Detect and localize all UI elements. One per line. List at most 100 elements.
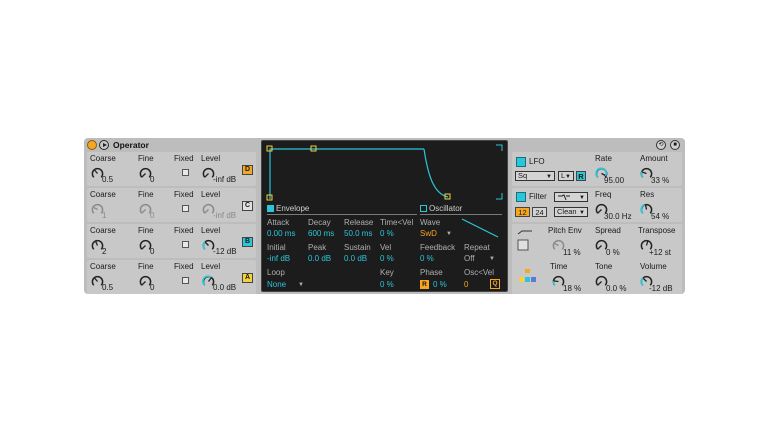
decay-value[interactable]: 600 ms <box>308 229 334 238</box>
level-label: Level <box>201 190 221 199</box>
wave-dropdown[interactable]: SwD <box>420 229 437 238</box>
transpose-value: +12 st <box>649 248 672 257</box>
operator-row-a: Coarse Fine Fixed Level 0.5 0 0.0 dB A <box>87 260 256 294</box>
loop-dropdown-arrow-icon[interactable]: ▼ <box>298 282 304 288</box>
freq-label: Freq <box>595 190 612 199</box>
filter-slope-12-button[interactable]: 12 <box>515 207 530 217</box>
oscillator-toggle-icon[interactable] <box>420 205 427 212</box>
tone-value: 0.0 % <box>606 284 627 293</box>
coarse-label: Coarse <box>90 226 116 235</box>
feedback-value[interactable]: 0 % <box>420 254 434 263</box>
lfo-section: LFO Sq ▼ L ▼ R Rate 95.00 Amount 33 % <box>512 152 682 186</box>
operator-b-button[interactable]: B <box>242 237 253 247</box>
filter-circuit-dropdown[interactable]: Clean ▼ <box>554 207 588 217</box>
repeat-label: Repeat <box>464 243 490 252</box>
coarse-value: 2 <box>102 247 107 256</box>
sustain-value[interactable]: 0.0 dB <box>344 254 367 263</box>
oscillator-divider <box>420 214 502 215</box>
envelope-graph[interactable] <box>262 141 507 203</box>
fine-value: 0 <box>150 283 155 292</box>
fine-value: 0 <box>150 247 155 256</box>
dropdown-arrow-icon: ▼ <box>579 210 585 216</box>
release-value[interactable]: 50.0 ms <box>344 229 372 238</box>
oscvel-value[interactable]: 0 <box>464 280 468 289</box>
lfo-retrigger-button[interactable]: R <box>576 171 586 181</box>
fixed-label: Fixed <box>174 190 194 199</box>
level-label: Level <box>201 226 221 235</box>
freq-value: 30.0 Hz <box>604 212 632 221</box>
phase-value[interactable]: 0 % <box>433 280 447 289</box>
fixed-checkbox[interactable] <box>182 205 189 212</box>
fixed-checkbox[interactable] <box>182 169 189 176</box>
time-label: Time <box>550 262 568 271</box>
fixed-checkbox[interactable] <box>182 241 189 248</box>
fixed-label: Fixed <box>174 262 194 271</box>
operator-device: Operator ⟲ ■ Coarse Fine Fixed Level 0.5… <box>84 138 685 294</box>
waveform-preview <box>461 218 499 238</box>
feedback-label: Feedback <box>420 243 456 252</box>
transpose-label: Transpose <box>638 226 676 235</box>
amount-label: Amount <box>640 154 668 163</box>
peak-label: Peak <box>308 243 327 252</box>
envelope-toggle-icon[interactable] <box>267 205 274 212</box>
timevel-value[interactable]: 0 % <box>380 229 394 238</box>
operator-row-d: Coarse Fine Fixed Level 0.5 0 -inf dB D <box>87 152 256 186</box>
attack-value[interactable]: 0.00 ms <box>267 229 295 238</box>
device-play-icon[interactable] <box>99 140 109 150</box>
level-value: -12 dB <box>213 247 237 256</box>
dropdown-arrow-icon: ▼ <box>546 174 552 180</box>
hot-swap-icon[interactable]: ⟲ <box>656 140 666 150</box>
vel-value[interactable]: 0 % <box>380 254 394 263</box>
coarse-value: 1 <box>102 211 107 220</box>
lfo-wave-dropdown[interactable]: Sq ▼ <box>515 171 555 181</box>
coarse-label: Coarse <box>90 190 116 199</box>
filter-toggle[interactable] <box>516 192 526 202</box>
device-title: Operator <box>113 140 149 150</box>
lfo-range-dropdown[interactable]: L ▼ <box>558 171 574 181</box>
fine-value: 0 <box>150 175 155 184</box>
phase-retrigger-button[interactable]: R <box>420 280 429 289</box>
peak-value[interactable]: 0.0 dB <box>308 254 331 263</box>
wave-dropdown-arrow-icon[interactable]: ▼ <box>446 231 452 237</box>
res-value: 54 % <box>651 212 670 221</box>
vel-label: Vel <box>380 243 392 252</box>
filter-slope-24-button[interactable]: 24 <box>532 207 547 217</box>
fine-label: Fine <box>138 190 154 199</box>
sustain-label: Sustain <box>344 243 371 252</box>
operator-a-button[interactable]: A <box>242 273 253 283</box>
envelope-divider <box>267 214 417 215</box>
repeat-dropdown[interactable]: Off <box>464 254 475 263</box>
oscillator-title: Oscillator <box>429 204 463 213</box>
operator-d-button[interactable]: D <box>242 165 253 175</box>
level-label: Level <box>201 154 221 163</box>
initial-value[interactable]: -inf dB <box>267 254 290 263</box>
filter-title: Filter <box>529 192 547 201</box>
coarse-label: Coarse <box>90 154 116 163</box>
key-value[interactable]: 0 % <box>380 280 394 289</box>
coarse-value: 0.5 <box>102 175 114 184</box>
repeat-dropdown-arrow-icon[interactable]: ▼ <box>489 256 495 262</box>
lfo-title: LFO <box>529 157 545 166</box>
initial-label: Initial <box>267 243 286 252</box>
loop-dropdown[interactable]: None <box>267 280 286 289</box>
pitch-env-toggle[interactable] <box>516 228 534 252</box>
lfo-toggle[interactable] <box>516 157 526 167</box>
algorithm-icon[interactable] <box>518 268 538 284</box>
decay-label: Decay <box>308 218 331 227</box>
device-power-button[interactable] <box>87 140 97 150</box>
rate-label: Rate <box>595 154 612 163</box>
quantize-button[interactable]: Q <box>490 279 500 289</box>
key-label: Key <box>380 268 394 277</box>
envelope-title: Envelope <box>276 204 310 213</box>
tone-label: Tone <box>595 262 613 271</box>
operator-c-button[interactable]: C <box>242 201 253 211</box>
wave-label: Wave <box>420 218 441 227</box>
fine-label: Fine <box>138 226 154 235</box>
save-preset-icon[interactable]: ■ <box>670 140 680 150</box>
oscvel-label: Osc<Vel <box>464 268 495 277</box>
fixed-checkbox[interactable] <box>182 277 189 284</box>
level-value: -inf dB <box>213 211 237 220</box>
timevel-label: Time<Vel <box>380 218 414 227</box>
filter-type-dropdown[interactable]: ▼ <box>554 192 588 202</box>
rate-value: 95.00 <box>604 176 625 185</box>
